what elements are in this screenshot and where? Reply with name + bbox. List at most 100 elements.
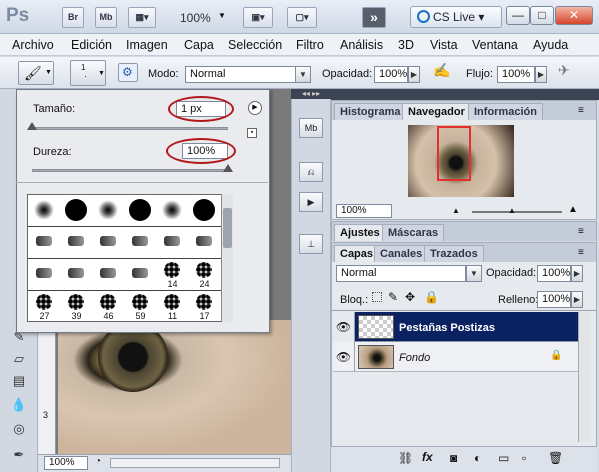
horizontal-scrollbar[interactable] [110, 458, 280, 468]
chevron-right-icon[interactable]: ▶ [535, 66, 547, 83]
panel-dock-header[interactable] [331, 89, 599, 100]
brush-preset-6[interactable] [188, 195, 222, 227]
lock-pixels-icon[interactable]: ✎ [388, 290, 398, 304]
adjustment-layer-icon[interactable]: ◐ [474, 451, 481, 465]
pressure-opacity-icon[interactable]: ✍ [433, 62, 453, 82]
mini-bridge-button[interactable]: Mb [95, 7, 117, 28]
actions-panel-button[interactable]: ▶ [299, 192, 323, 212]
brush-preset-12[interactable] [188, 227, 222, 259]
panel-menu-icon[interactable]: ≡ [578, 247, 584, 258]
lock-all-icon[interactable]: 🔒 [424, 290, 439, 304]
panel-menu-icon[interactable]: ≡ [578, 105, 584, 116]
brush-preset-10[interactable] [124, 227, 158, 259]
mini-bridge-panel-button[interactable]: Mb [299, 118, 323, 138]
brush-preset-18[interactable]: 24 [188, 259, 222, 291]
history-panel-button[interactable]: ⎌ [299, 162, 323, 182]
minimize-window-button[interactable]: — [506, 6, 530, 25]
brush-preset-9[interactable] [92, 227, 126, 259]
arrange-documents-button[interactable]: ▣▾ [243, 7, 273, 28]
brush-preset-1[interactable] [28, 195, 62, 227]
cs-live-button[interactable]: CS Live ▾ [410, 6, 502, 28]
brush-preset-8[interactable] [60, 227, 94, 259]
add-mask-icon[interactable]: ◙ [450, 451, 457, 465]
flow-field[interactable]: 100% [497, 66, 535, 83]
scroll-thumb[interactable] [223, 208, 232, 248]
tab-informacion[interactable]: Información [468, 103, 543, 120]
tool-preset-picker[interactable]: 🖌 ▼ [18, 61, 54, 85]
menu-archivo[interactable]: Archivo [12, 38, 54, 52]
menu-ventana[interactable]: Ventana [472, 38, 518, 52]
sponge-tool-icon[interactable]: ◎ [9, 422, 29, 436]
navigator-zoom-field[interactable]: 100% [336, 204, 392, 218]
chevron-down-icon[interactable]: ▼ [295, 66, 311, 83]
link-layers-icon[interactable]: ⛓ [398, 451, 413, 465]
menu-seleccion[interactable]: Selección [228, 38, 282, 52]
tab-capas[interactable]: Capas [334, 245, 380, 262]
bridge-button[interactable]: Br [62, 7, 84, 28]
brush-preset-7[interactable] [28, 227, 62, 259]
menu-edicion[interactable]: Edición [71, 38, 112, 52]
lock-position-icon[interactable]: ✥ [405, 290, 415, 304]
zoom-slider-thumb[interactable]: ▲ [508, 206, 516, 215]
brush-preset-22[interactable]: 59 [124, 291, 158, 321]
eraser-tool-icon[interactable]: ▱ [9, 352, 29, 366]
tab-histograma[interactable]: Histograma [334, 103, 407, 120]
screen-mode-button[interactable]: ▢▾ [287, 7, 317, 28]
popup-menu-button[interactable]: ▶ [248, 101, 262, 115]
size-slider[interactable] [32, 127, 228, 130]
gradient-tool-icon[interactable]: ▤ [9, 374, 29, 388]
tab-navegador[interactable]: Navegador [402, 103, 471, 120]
brush-preset-16[interactable] [124, 259, 158, 291]
menu-filtro[interactable]: Filtro [296, 38, 324, 52]
menu-ayuda[interactable]: Ayuda [533, 38, 568, 52]
fill-field[interactable]: 100% [537, 291, 571, 308]
clone-source-panel-button[interactable]: ⊥ [299, 234, 323, 254]
layers-scrollbar[interactable] [578, 312, 590, 442]
canvas-zoom-field[interactable]: 100% [44, 456, 88, 470]
menu-capa[interactable]: Capa [184, 38, 214, 52]
brush-preset-2[interactable] [60, 195, 94, 227]
brush-preset-3[interactable] [92, 195, 126, 227]
panel-menu-icon[interactable]: ≡ [578, 226, 584, 237]
chevron-right-icon[interactable]: ▶ [408, 66, 420, 83]
pen-tool-icon[interactable]: ✒ [9, 448, 29, 462]
close-window-button[interactable]: ✕ [555, 6, 593, 25]
navigator-view-box[interactable] [437, 126, 471, 181]
chevron-down-icon[interactable]: ▼ [466, 265, 482, 282]
visibility-eye-icon[interactable]: 👁 [333, 312, 355, 342]
layer-opacity-field[interactable]: 100% [537, 265, 571, 282]
lock-transparency-icon[interactable] [372, 292, 382, 302]
preset-scrollbar[interactable] [221, 194, 233, 322]
tab-canales[interactable]: Canales [374, 245, 429, 262]
brush-preset-11[interactable] [156, 227, 190, 259]
brush-preset-21[interactable]: 46 [92, 291, 126, 321]
brush-preset-20[interactable]: 39 [60, 291, 94, 321]
brush-preset-4[interactable] [124, 195, 158, 227]
tab-trazados[interactable]: Trazados [424, 245, 484, 262]
blur-tool-icon[interactable]: 💧 [9, 398, 29, 412]
layer-style-icon[interactable]: fx [422, 450, 433, 464]
size-slider-thumb[interactable] [27, 122, 37, 130]
new-layer-icon[interactable]: ▫ [522, 451, 526, 465]
mode-select[interactable]: Normal [185, 66, 296, 83]
dock-header[interactable]: ◂◂ ▸▸ [291, 89, 331, 99]
menu-3d[interactable]: 3D [398, 38, 414, 52]
brush-preset-5[interactable] [156, 195, 190, 227]
hardness-slider-thumb[interactable] [223, 164, 233, 172]
zoom-out-icon[interactable]: ▲ [452, 206, 460, 215]
workspace-switcher-button[interactable]: » [362, 7, 386, 28]
maximize-window-button[interactable]: □ [530, 6, 554, 25]
new-group-icon[interactable]: ▭ [498, 451, 509, 465]
airbrush-icon[interactable]: ✈ [558, 62, 578, 82]
brush-preset-picker[interactable]: 1 · ▼ [70, 60, 106, 86]
chevron-down-icon[interactable]: ▼ [218, 11, 226, 20]
menu-analisis[interactable]: Análisis [340, 38, 383, 52]
brush-preset-15[interactable] [92, 259, 126, 291]
chevron-right-icon[interactable]: ▶ [571, 265, 583, 282]
view-extras-button[interactable]: ▦▾ [128, 7, 156, 28]
brush-preset-17[interactable]: 14 [156, 259, 190, 291]
visibility-eye-icon[interactable]: 👁 [333, 342, 355, 372]
brush-preset-19[interactable]: 27 [28, 291, 62, 321]
menu-imagen[interactable]: Imagen [126, 38, 168, 52]
tab-mascaras[interactable]: Máscaras [382, 224, 445, 241]
